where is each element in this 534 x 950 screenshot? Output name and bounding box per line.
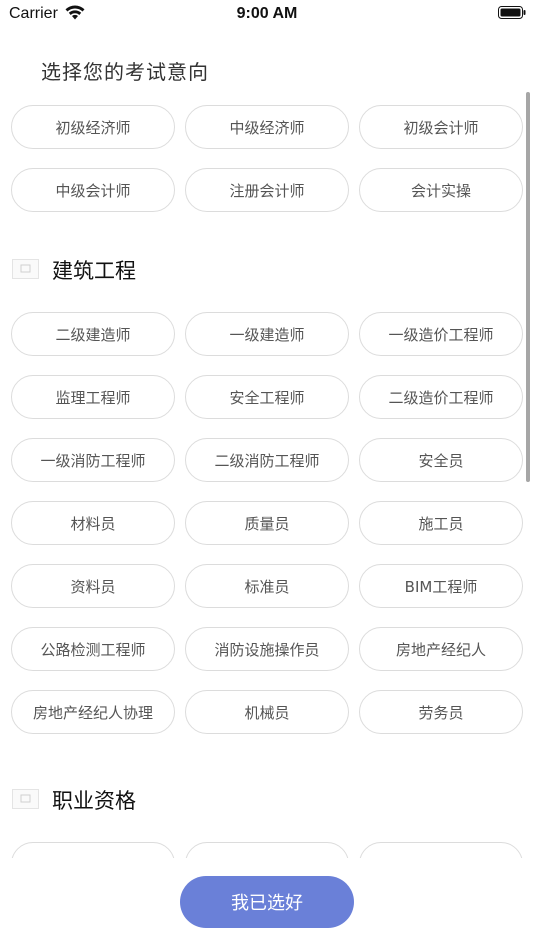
option-chip[interactable]: 房地产经纪人 [359, 627, 523, 671]
option-chip[interactable]: 初级会计师 [359, 105, 523, 149]
section-title: 建筑工程 [52, 259, 136, 283]
option-chip[interactable]: 一级造价工程师 [359, 312, 523, 356]
option-chip[interactable]: 二级消防工程师 [185, 438, 349, 482]
option-chip[interactable]: 一级建造师 [185, 312, 349, 356]
section-image-icon [12, 789, 39, 809]
page-title: 选择您的考试意向 [41, 60, 209, 84]
section-economics-grid: 初级经济师 中级经济师 初级会计师 中级会计师 注册会计师 会计实操 [11, 105, 523, 212]
option-chip[interactable]: 安全员 [359, 438, 523, 482]
option-chip[interactable] [185, 842, 349, 858]
option-chip[interactable]: BIM工程师 [359, 564, 523, 608]
option-chip[interactable]: 监理工程师 [11, 375, 175, 419]
option-chip[interactable]: 消防设施操作员 [185, 627, 349, 671]
option-chip[interactable]: 机械员 [185, 690, 349, 734]
option-chip[interactable]: 会计实操 [359, 168, 523, 212]
option-chip[interactable]: 一级消防工程师 [11, 438, 175, 482]
option-chip[interactable] [11, 842, 175, 858]
option-chip[interactable]: 施工员 [359, 501, 523, 545]
option-chip[interactable]: 资料员 [11, 564, 175, 608]
battery-icon [498, 6, 526, 19]
option-chip[interactable]: 房地产经纪人协理 [11, 690, 175, 734]
status-time: 9:00 AM [236, 5, 298, 22]
bottom-bar: 我已选好 [0, 858, 534, 950]
option-chip[interactable]: 公路检测工程师 [11, 627, 175, 671]
option-chip[interactable]: 标准员 [185, 564, 349, 608]
intent-scroll-list[interactable]: 选择您的考试意向 初级经济师 中级经济师 初级会计师 中级会计师 注册会计师 会… [0, 30, 534, 858]
option-chip[interactable]: 二级建造师 [11, 312, 175, 356]
option-chip[interactable]: 材料员 [11, 501, 175, 545]
option-chip[interactable]: 中级经济师 [185, 105, 349, 149]
option-chip[interactable]: 注册会计师 [185, 168, 349, 212]
scrollbar[interactable] [526, 92, 530, 482]
section-title: 职业资格 [52, 789, 136, 813]
option-chip[interactable]: 质量员 [185, 501, 349, 545]
section-construction-grid: 二级建造师 一级建造师 一级造价工程师 监理工程师 安全工程师 二级造价工程师 … [11, 312, 523, 734]
option-chip[interactable]: 二级造价工程师 [359, 375, 523, 419]
option-chip[interactable]: 劳务员 [359, 690, 523, 734]
status-bar: Carrier 9:00 AM [0, 0, 534, 30]
option-chip[interactable]: 中级会计师 [11, 168, 175, 212]
option-chip[interactable] [359, 842, 523, 858]
option-chip[interactable]: 安全工程师 [185, 375, 349, 419]
section-image-icon [12, 259, 39, 279]
option-chip[interactable]: 初级经济师 [11, 105, 175, 149]
confirm-button[interactable]: 我已选好 [180, 876, 354, 928]
section-professional-grid [11, 842, 523, 858]
